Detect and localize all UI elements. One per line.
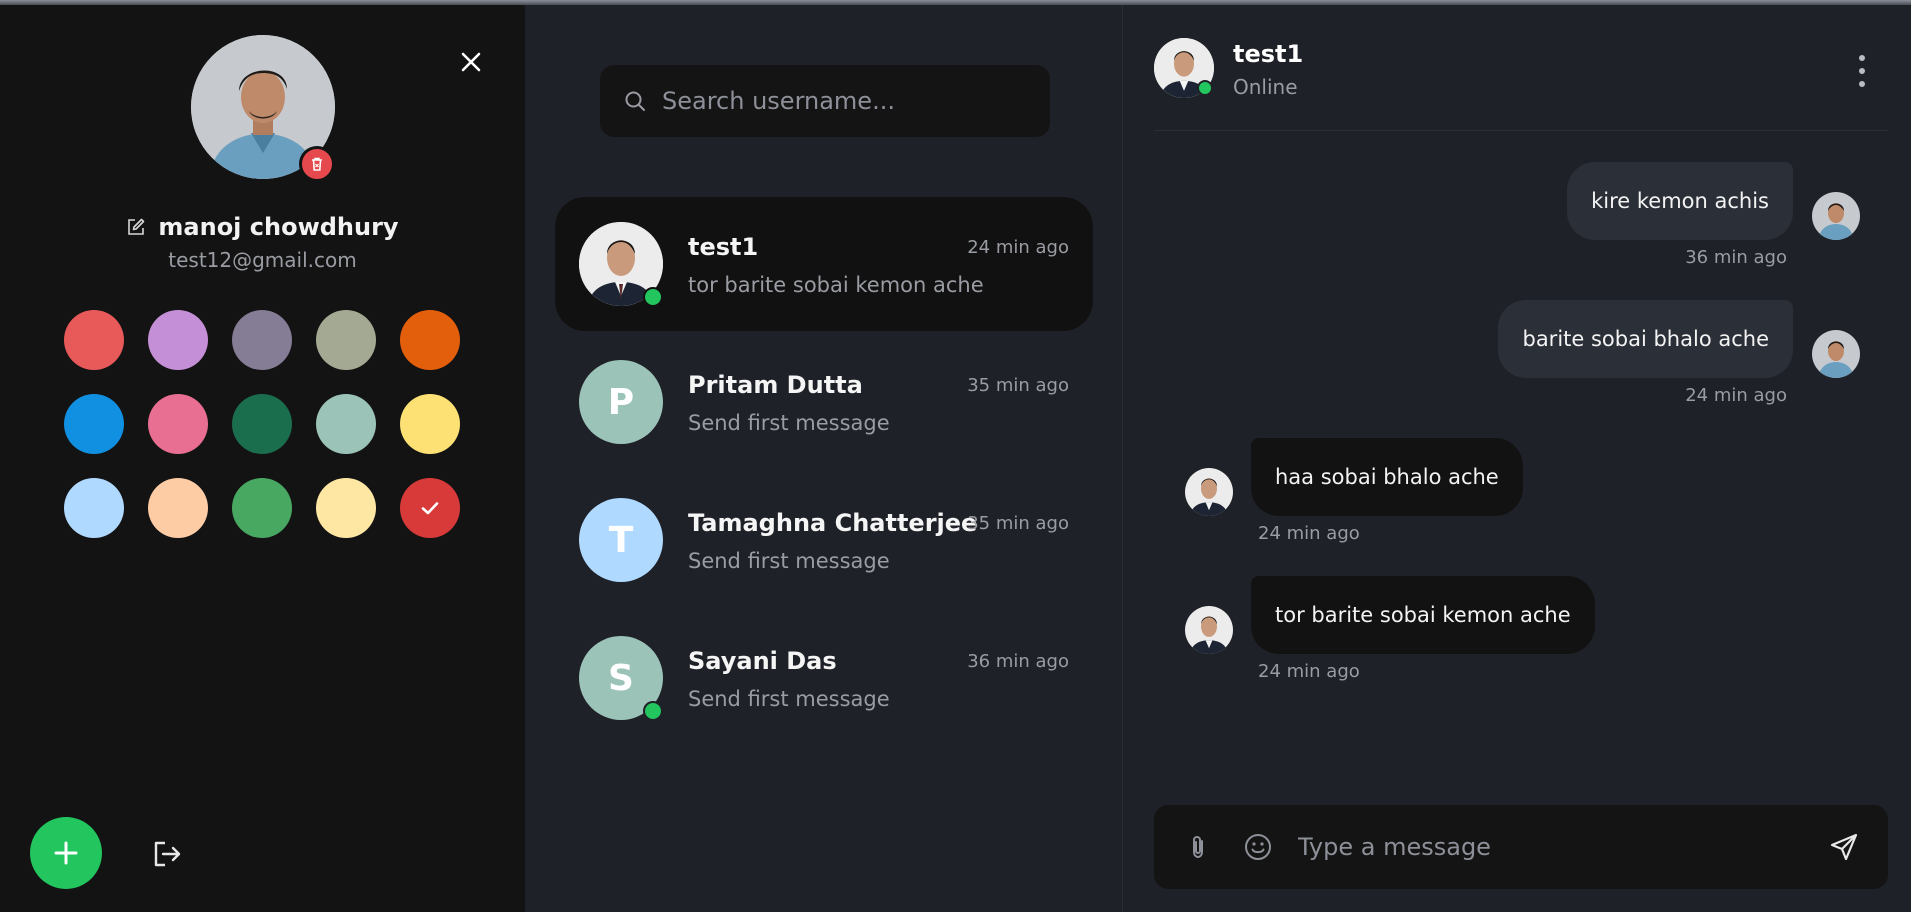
contact-name: Sayani Das <box>688 647 837 675</box>
color-swatch[interactable] <box>64 310 124 370</box>
online-indicator <box>643 701 663 721</box>
search-input[interactable] <box>662 87 1022 115</box>
contact-item-test1[interactable]: test1 24 min ago tor barite sobai kemon … <box>555 197 1093 331</box>
message-time: 24 min ago <box>1258 523 1360 544</box>
message-composer <box>1154 805 1888 889</box>
add-button[interactable] <box>30 817 102 889</box>
message-sender-avatar <box>1812 192 1860 240</box>
contact-time: 24 min ago <box>967 237 1069 258</box>
delete-avatar-button[interactable] <box>299 146 335 182</box>
color-swatch[interactable] <box>232 478 292 538</box>
color-swatch[interactable] <box>148 310 208 370</box>
contact-time: 36 min ago <box>967 651 1069 672</box>
send-icon[interactable] <box>1824 827 1864 867</box>
message-sender-avatar <box>1185 606 1233 654</box>
edit-icon[interactable] <box>126 217 146 237</box>
contact-name: Pritam Dutta <box>688 371 863 399</box>
color-swatch-grid <box>64 310 464 538</box>
color-swatch[interactable] <box>148 478 208 538</box>
more-options-icon[interactable] <box>1856 55 1868 87</box>
contact-last-message: tor barite sobai kemon ache <box>688 273 984 297</box>
message-sender-avatar <box>1812 330 1860 378</box>
check-icon <box>421 502 439 515</box>
online-indicator <box>1197 80 1213 96</box>
chat-contact-status: Online <box>1233 75 1298 99</box>
contact-time: 35 min ago <box>967 375 1069 396</box>
color-swatch[interactable] <box>316 478 376 538</box>
search-bar <box>600 65 1050 137</box>
profile-name: manoj chowdhury <box>158 213 399 241</box>
contact-last-message: Send first message <box>688 549 890 573</box>
contact-last-message: Send first message <box>688 411 890 435</box>
color-swatch[interactable] <box>316 310 376 370</box>
color-swatch[interactable] <box>64 478 124 538</box>
close-icon[interactable] <box>456 47 486 77</box>
color-swatch[interactable] <box>232 394 292 454</box>
color-swatch[interactable] <box>148 394 208 454</box>
message-bubble-outgoing: kire kemon achis <box>1567 162 1793 240</box>
profile-email: test12@gmail.com <box>168 248 357 272</box>
color-swatch[interactable] <box>316 394 376 454</box>
color-swatch[interactable] <box>64 394 124 454</box>
message-input[interactable] <box>1298 825 1798 869</box>
chat-header: test1 Online <box>1154 5 1888 131</box>
contact-avatar: P <box>579 360 663 444</box>
contact-item-pritam-dutta[interactable]: P Pritam Dutta 35 min ago Send first mes… <box>555 335 1093 469</box>
emoji-icon[interactable] <box>1240 829 1276 865</box>
contacts-panel: test1 24 min ago tor barite sobai kemon … <box>525 5 1123 912</box>
search-icon <box>625 91 645 111</box>
contact-avatar: T <box>579 498 663 582</box>
window-top-border <box>0 0 1911 5</box>
message-bubble-outgoing: barite sobai bhalo ache <box>1498 300 1793 378</box>
contact-last-message: Send first message <box>688 687 890 711</box>
message-time: 24 min ago <box>1258 661 1360 682</box>
paperclip-icon[interactable] <box>1180 829 1216 865</box>
message-time: 24 min ago <box>1685 385 1787 406</box>
contact-time: 35 min ago <box>967 513 1069 534</box>
message-bubble-incoming: tor barite sobai kemon ache <box>1251 576 1595 654</box>
message-time: 36 min ago <box>1685 247 1787 268</box>
message-sender-avatar <box>1185 468 1233 516</box>
profile-panel: manoj chowdhury test12@gmail.com <box>0 5 525 912</box>
color-swatch[interactable] <box>400 478 460 538</box>
message-bubble-incoming: haa sobai bhalo ache <box>1251 438 1523 516</box>
contact-item-tamaghna-chatterjee[interactable]: T Tamaghna Chatterjee 35 min ago Send fi… <box>555 473 1093 607</box>
online-indicator <box>643 287 663 307</box>
chat-panel: test1 Online kire kemon achis 36 min ago… <box>1124 5 1911 912</box>
logout-icon[interactable] <box>150 837 184 871</box>
trash-icon <box>312 157 322 171</box>
profile-name-row: manoj chowdhury <box>0 213 525 241</box>
color-swatch[interactable] <box>400 310 460 370</box>
plus-icon <box>54 841 78 865</box>
contact-name: Tamaghna Chatterjee <box>688 509 978 537</box>
contact-item-sayani-das[interactable]: S Sayani Das 36 min ago Send first messa… <box>555 611 1093 745</box>
color-swatch[interactable] <box>400 394 460 454</box>
contact-name: test1 <box>688 233 759 261</box>
chat-contact-name: test1 <box>1233 40 1304 68</box>
color-swatch[interactable] <box>232 310 292 370</box>
